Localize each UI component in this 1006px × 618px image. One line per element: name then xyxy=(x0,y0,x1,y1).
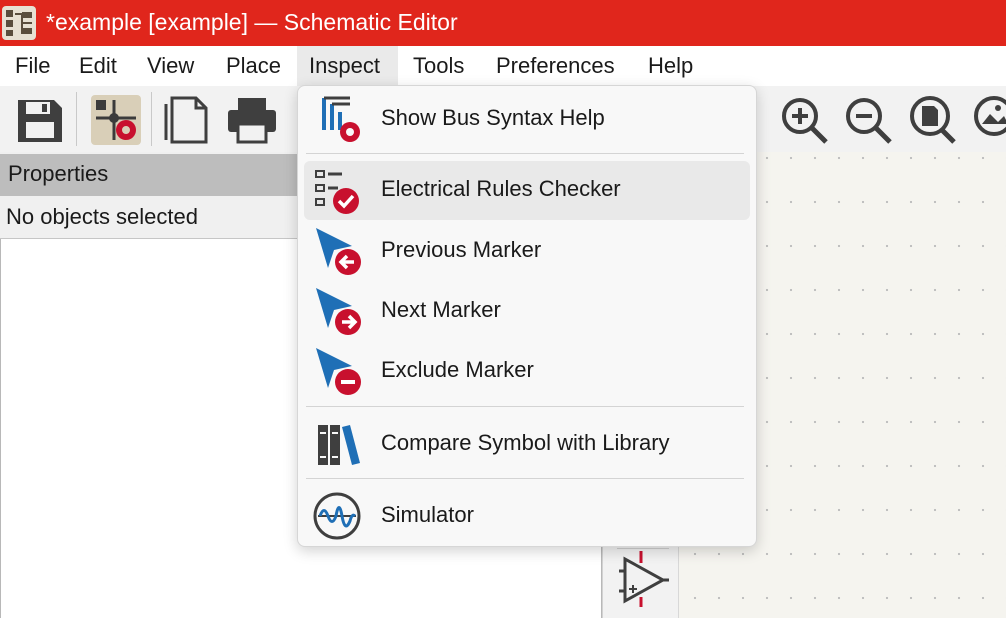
menu-item-label: Previous Marker xyxy=(381,237,542,262)
menu-help[interactable]: Help xyxy=(638,46,703,86)
menu-item-label: Compare Symbol with Library xyxy=(381,430,670,455)
page-settings-icon[interactable] xyxy=(162,94,214,146)
menu-item-show-bus-syntax-help[interactable]: Show Bus Syntax Help xyxy=(304,90,750,148)
menu-inspect[interactable]: Inspect xyxy=(297,46,398,86)
menu-item-label: Electrical Rules Checker xyxy=(381,176,621,201)
menu-place[interactable]: Place xyxy=(216,46,291,86)
menu-edit[interactable]: Edit xyxy=(69,46,127,86)
print-icon[interactable] xyxy=(226,94,278,146)
bus-syntax-help-icon xyxy=(312,94,362,144)
menu-item-compare-symbol-with-library[interactable]: Compare Symbol with Library xyxy=(304,415,750,473)
kicad-schematic-icon xyxy=(2,6,36,40)
window-title: *example [example] — Schematic Editor xyxy=(46,9,458,35)
opamp-symbol-icon[interactable] xyxy=(617,548,669,616)
menu-separator xyxy=(306,153,744,154)
menu-item-previous-marker[interactable]: Previous Marker xyxy=(304,222,750,280)
menu-bar: File Edit View Place Inspect Tools Prefe… xyxy=(0,46,1006,86)
title-bar: *example [example] — Schematic Editor xyxy=(0,0,1006,46)
menu-item-label: Next Marker xyxy=(381,297,501,322)
zoom-out-icon[interactable] xyxy=(842,94,894,146)
image-icon[interactable] xyxy=(970,94,1006,146)
library-books-icon xyxy=(312,419,362,469)
menu-item-electrical-rules-checker[interactable]: Electrical Rules Checker xyxy=(304,161,750,220)
menu-preferences[interactable]: Preferences xyxy=(486,46,625,86)
menu-view[interactable]: View xyxy=(137,46,204,86)
inspect-menu-dropdown: Show Bus Syntax Help Electrical Rules Ch… xyxy=(297,85,757,547)
menu-item-exclude-marker[interactable]: Exclude Marker xyxy=(304,342,750,400)
menu-item-label: Show Bus Syntax Help xyxy=(381,105,605,130)
save-icon[interactable] xyxy=(14,94,66,146)
menu-file[interactable]: File xyxy=(5,46,60,86)
next-marker-icon xyxy=(312,286,362,336)
toolbar-separator xyxy=(76,92,77,146)
zoom-fit-icon[interactable] xyxy=(906,94,958,146)
menu-item-simulator[interactable]: Simulator xyxy=(304,487,750,545)
toolbar-separator xyxy=(151,92,152,146)
zoom-in-icon[interactable] xyxy=(778,94,830,146)
menu-separator xyxy=(306,478,744,479)
menu-tools[interactable]: Tools xyxy=(403,46,474,86)
simulator-icon xyxy=(312,491,362,541)
menu-item-label: Simulator xyxy=(381,502,474,527)
menu-item-label: Exclude Marker xyxy=(381,357,534,382)
previous-marker-icon xyxy=(312,226,362,276)
menu-item-next-marker[interactable]: Next Marker xyxy=(304,282,750,340)
exclude-marker-icon xyxy=(312,346,362,396)
menu-separator xyxy=(306,406,744,407)
schematic-setup-icon[interactable] xyxy=(90,94,142,146)
erc-icon xyxy=(312,167,362,217)
